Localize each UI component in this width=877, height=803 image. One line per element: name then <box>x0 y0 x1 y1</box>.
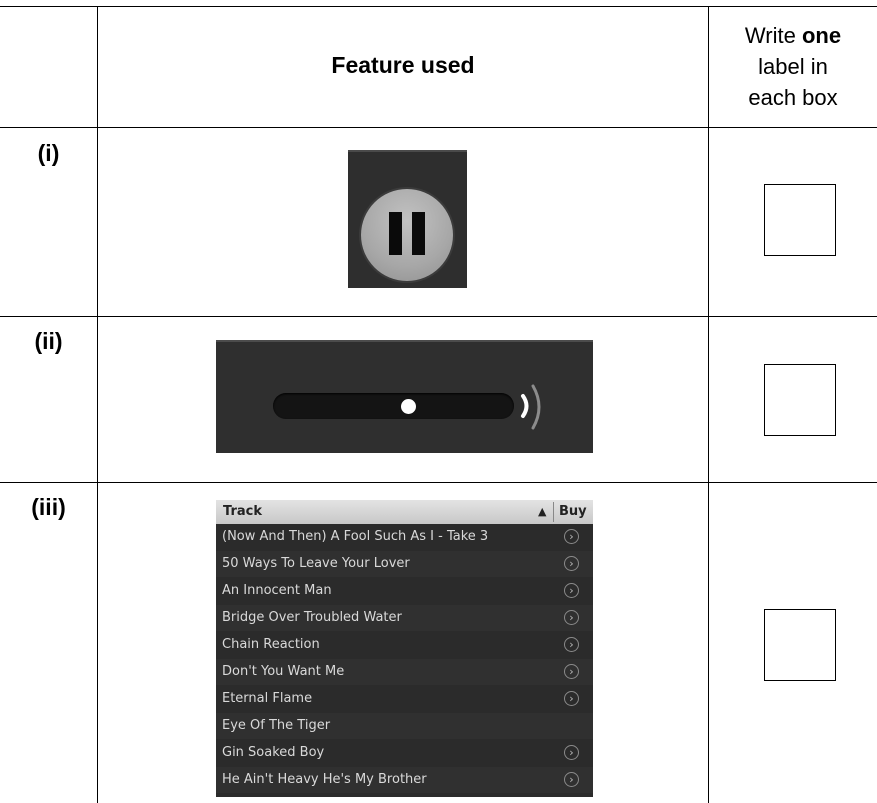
track-row[interactable]: Don't You Want Me › <box>216 659 593 685</box>
column-divider-2 <box>708 6 709 803</box>
track-row[interactable]: Eternal Flame › <box>216 686 593 712</box>
track-title: Chain Reaction <box>222 637 320 652</box>
buy-arrow-icon[interactable]: › <box>564 745 579 760</box>
answer-box-i[interactable] <box>764 184 836 256</box>
buy-arrow-icon[interactable]: › <box>564 583 579 598</box>
buy-arrow-icon[interactable]: › <box>564 664 579 679</box>
row-label-ii: (ii) <box>34 328 63 354</box>
pause-icon[interactable] <box>361 189 453 281</box>
column-divider <box>553 502 554 522</box>
write-pre: Write <box>744 23 802 48</box>
row-label-i: (i) <box>37 140 60 166</box>
track-row[interactable]: He Ain't Heavy He's My Brother › <box>216 767 593 793</box>
track-title: An Innocent Man <box>222 583 332 598</box>
write-one-label-heading: Write one label in each box <box>709 20 877 113</box>
volume-slider-track[interactable] <box>273 393 514 419</box>
volume-slider-knob[interactable] <box>401 399 416 414</box>
column-divider-1 <box>97 6 98 803</box>
write-bold: one <box>801 23 842 48</box>
speaker-waves-icon <box>521 384 541 430</box>
write-line-3: each box <box>748 85 838 110</box>
buy-arrow-icon[interactable]: › <box>564 691 579 706</box>
write-line-2: label in <box>758 54 828 79</box>
buy-arrow-icon[interactable]: › <box>564 772 579 787</box>
track-row[interactable]: Eye Of The Tiger <box>216 713 593 739</box>
row-i-border <box>0 316 877 317</box>
answer-box-iii[interactable] <box>764 609 836 681</box>
answer-box-ii[interactable] <box>764 364 836 436</box>
track-list: Track ▲ Buy (Now And Then) A Fool Such A… <box>216 500 593 797</box>
volume-slider-panel <box>216 340 593 453</box>
track-row[interactable]: 50 Ways To Leave Your Lover › <box>216 551 593 577</box>
table-top-border <box>0 6 877 7</box>
track-title: He Ain't Heavy He's My Brother <box>222 772 427 787</box>
track-list-header: Track ▲ Buy <box>216 500 593 524</box>
track-title: Gin Soaked Boy <box>222 745 325 760</box>
track-title: 50 Ways To Leave Your Lover <box>222 556 410 571</box>
feature-used-heading: Feature used <box>331 52 475 78</box>
column-header-buy[interactable]: Buy <box>559 504 587 519</box>
track-row[interactable]: (Now And Then) A Fool Such As I - Take 3… <box>216 524 593 550</box>
header-row-border <box>0 127 877 128</box>
track-row[interactable]: Chain Reaction › <box>216 632 593 658</box>
pause-button-panel <box>348 150 467 288</box>
row-ii-border <box>0 482 877 483</box>
sort-ascending-icon: ▲ <box>538 505 547 518</box>
track-title: Don't You Want Me <box>222 664 345 679</box>
buy-arrow-icon[interactable]: › <box>564 556 579 571</box>
track-row[interactable]: Bridge Over Troubled Water › <box>216 605 593 631</box>
track-title: Eternal Flame <box>222 691 313 706</box>
column-header-track[interactable]: Track <box>223 504 262 519</box>
track-row[interactable]: An Innocent Man › <box>216 578 593 604</box>
pause-bar-left <box>389 212 402 255</box>
track-row[interactable]: Gin Soaked Boy › <box>216 740 593 766</box>
track-title: Bridge Over Troubled Water <box>222 610 402 625</box>
row-label-iii: (iii) <box>31 494 66 520</box>
buy-arrow-icon[interactable]: › <box>564 610 579 625</box>
track-title: (Now And Then) A Fool Such As I - Take 3 <box>222 529 489 544</box>
buy-arrow-icon[interactable]: › <box>564 637 579 652</box>
pause-bar-right <box>412 212 425 255</box>
track-title: Eye Of The Tiger <box>222 718 331 733</box>
buy-arrow-icon[interactable]: › <box>564 529 579 544</box>
